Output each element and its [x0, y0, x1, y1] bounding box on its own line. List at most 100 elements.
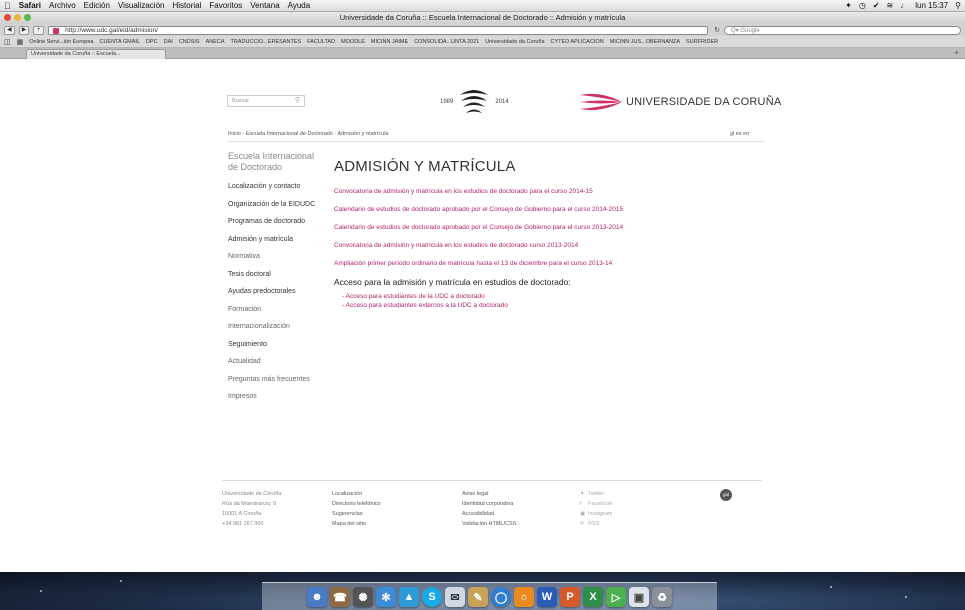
mail-icon[interactable]: ✉: [445, 587, 465, 607]
access-link-udc[interactable]: Acceso para estudiantes de la UDC a doct…: [334, 292, 764, 301]
bookmark-item[interactable]: TRADUCCIO...ERESANTES: [231, 39, 302, 45]
minimize-button[interactable]: [14, 14, 21, 21]
sidebar-item-normativa[interactable]: Normativa: [228, 253, 318, 262]
social-facebook[interactable]: f Facebook: [580, 499, 612, 509]
tab-active[interactable]: Universidade da Coruña :: Escuela...: [26, 49, 166, 59]
bookmark-item[interactable]: CONSOLIDA...UNTA 2021: [414, 39, 479, 45]
apple-menu-icon[interactable]: : [4, 1, 11, 11]
sidebar-item-internacionalizacion[interactable]: Internacionalización: [228, 323, 318, 332]
menu-historial[interactable]: Historial: [172, 1, 201, 10]
launchpad-icon[interactable]: ✺: [353, 587, 373, 607]
anniversary-emblem-icon: [460, 90, 489, 113]
footer-link-aviso-legal[interactable]: Aviso legal: [462, 489, 516, 499]
sidebar-item-impresos[interactable]: Impresos: [228, 393, 318, 402]
search-icon[interactable]: ⚲: [295, 96, 300, 106]
footer-link-sugerencias[interactable]: Sugerencias: [332, 509, 381, 519]
close-button[interactable]: [4, 14, 11, 21]
bookmark-item[interactable]: CNDSIS: [179, 39, 200, 45]
utility-icon[interactable]: ▷: [606, 587, 626, 607]
bookmark-item[interactable]: ANECA: [206, 39, 225, 45]
site-search-input[interactable]: Buscar ⚲: [227, 95, 305, 107]
bookmark-item[interactable]: Online Servi...ión Europea: [29, 39, 93, 45]
word-icon[interactable]: W: [537, 587, 557, 607]
reload-icon[interactable]: ↻: [714, 26, 720, 34]
footer-link-accesibilidad[interactable]: Accesibilidad: [462, 509, 516, 519]
new-tab-icon[interactable]: +: [954, 48, 959, 57]
google-search-field[interactable]: Q▾ Google: [723, 25, 962, 35]
bookmark-item[interactable]: SURFRIDER: [686, 39, 718, 45]
powerpoint-icon[interactable]: P: [560, 587, 580, 607]
sidebar-item-programas[interactable]: Programas de doctorado: [228, 218, 318, 227]
social-twitter[interactable]: ✦ Twitter: [580, 489, 612, 499]
footer-link-validacion[interactable]: Validación HTML/CSS: [462, 519, 516, 529]
trash-icon[interactable]: ♻: [652, 587, 672, 607]
menu-edicion[interactable]: Edición: [84, 1, 110, 10]
app-store-icon[interactable]: ▲: [399, 587, 419, 607]
wifi-icon[interactable]: ≋: [887, 1, 894, 10]
finder-icon[interactable]: ☻: [307, 587, 327, 607]
time-machine-icon[interactable]: ◷: [859, 1, 866, 10]
access-link-external[interactable]: Acceso para estudiantes externos a la UD…: [334, 301, 764, 310]
bookmark-item[interactable]: CYTED APLICACION: [551, 39, 604, 45]
doc-link[interactable]: Calendario de estudios de doctorado apro…: [334, 205, 764, 214]
menu-favoritos[interactable]: Favoritos: [209, 1, 242, 10]
sidebar-item-seguimiento[interactable]: Seguimiento: [228, 341, 318, 350]
safari-icon[interactable]: ✻: [376, 587, 396, 607]
footer-link-directorio[interactable]: Directorio telefónico: [332, 499, 381, 509]
menu-ventana[interactable]: Ventana: [250, 1, 279, 10]
preview-icon[interactable]: ▣: [629, 587, 649, 607]
zoom-button[interactable]: [24, 14, 31, 21]
menu-archivo[interactable]: Archivo: [49, 1, 76, 10]
doc-link[interactable]: Ampliación primer período ordinario de m…: [334, 259, 764, 268]
address-bar[interactable]: http://www.udc.gal/eid/admision/: [48, 25, 709, 35]
bookmark-item[interactable]: Universidade da Coruña: [485, 39, 544, 45]
sidebar-item-actualidad[interactable]: Actualidad: [228, 358, 318, 367]
doc-link[interactable]: Convocatoria de admisión y matrícula en …: [334, 187, 764, 196]
sidebar-item-localizacion[interactable]: Localización y contacto: [228, 183, 318, 192]
bookmark-item[interactable]: CUENTA GMAIL: [99, 39, 140, 45]
sidebar-item-formacion[interactable]: Formación: [228, 306, 318, 315]
breadcrumb[interactable]: Inicio · Escuela Internacional de Doctor…: [228, 131, 389, 137]
sidebar-item-ayudas[interactable]: Ayudas predoctorales: [228, 288, 318, 297]
bookmark-item[interactable]: DAI: [164, 39, 173, 45]
doc-link[interactable]: Calendario de estudios de doctorado apro…: [334, 223, 764, 232]
bookmark-item[interactable]: DPC: [146, 39, 158, 45]
bookmark-item[interactable]: MICINN JAIME: [371, 39, 408, 45]
reading-list-icon[interactable]: ◫: [4, 38, 11, 46]
back-button[interactable]: ◀: [4, 25, 15, 35]
forward-button[interactable]: ▶: [18, 25, 30, 35]
footer-link-identidad[interactable]: Identidad corporativa: [462, 499, 516, 509]
footer-link-mapa[interactable]: Mapa del sitio: [332, 519, 381, 529]
sidebar-item-preguntas[interactable]: Preguntas más frecuentes: [228, 376, 318, 385]
top-sites-icon[interactable]: ▦: [17, 38, 24, 46]
notes-icon[interactable]: ✎: [468, 587, 488, 607]
sidebar-item-organizacion[interactable]: Organización de la EIDUDC: [228, 201, 318, 210]
volume-icon[interactable]: ♩: [900, 1, 908, 10]
excel-icon[interactable]: X: [583, 587, 603, 607]
bluetooth-icon[interactable]: ✔: [873, 1, 880, 10]
doc-link[interactable]: Convocatoria de admisión y matrícula en …: [334, 241, 764, 250]
skype-icon[interactable]: S: [422, 587, 442, 607]
browser-icon[interactable]: ◯: [491, 587, 511, 607]
menu-visualizacion[interactable]: Visualización: [118, 1, 165, 10]
menu-app-safari[interactable]: Safari: [19, 1, 41, 10]
sidebar-title[interactable]: Escuela Internacional de Doctorado: [228, 151, 318, 173]
contacts-icon[interactable]: ☎: [330, 587, 350, 607]
language-selector[interactable]: gl es en: [730, 131, 749, 137]
menu-ayuda[interactable]: Ayuda: [288, 1, 311, 10]
clock[interactable]: lun 15:37: [915, 1, 948, 10]
bookmark-item[interactable]: MICINN JUS...OBERNANZA: [610, 39, 680, 45]
social-instagram[interactable]: ▣ Instagram: [580, 509, 612, 519]
bookmark-item[interactable]: FACULTAD: [307, 39, 335, 45]
sidebar-item-tesis[interactable]: Tesis doctoral: [228, 271, 318, 280]
bookmark-item[interactable]: MOODLE: [341, 39, 365, 45]
add-bookmark-button[interactable]: +: [33, 25, 45, 35]
dropbox-icon[interactable]: ✦: [845, 1, 852, 10]
gal-domain-badge[interactable]: gal: [720, 489, 732, 501]
udc-logo[interactable]: UNIVERSIDADE DA CORUÑA: [580, 92, 781, 112]
sidebar-item-admision[interactable]: Admisión y matrícula: [228, 236, 318, 245]
footer-link-localizacion[interactable]: Localización: [332, 489, 381, 499]
firefox-icon[interactable]: ☼: [514, 587, 534, 607]
spotlight-icon[interactable]: ⚲: [955, 1, 961, 10]
social-rss[interactable]: ℗ RSS: [580, 519, 612, 529]
